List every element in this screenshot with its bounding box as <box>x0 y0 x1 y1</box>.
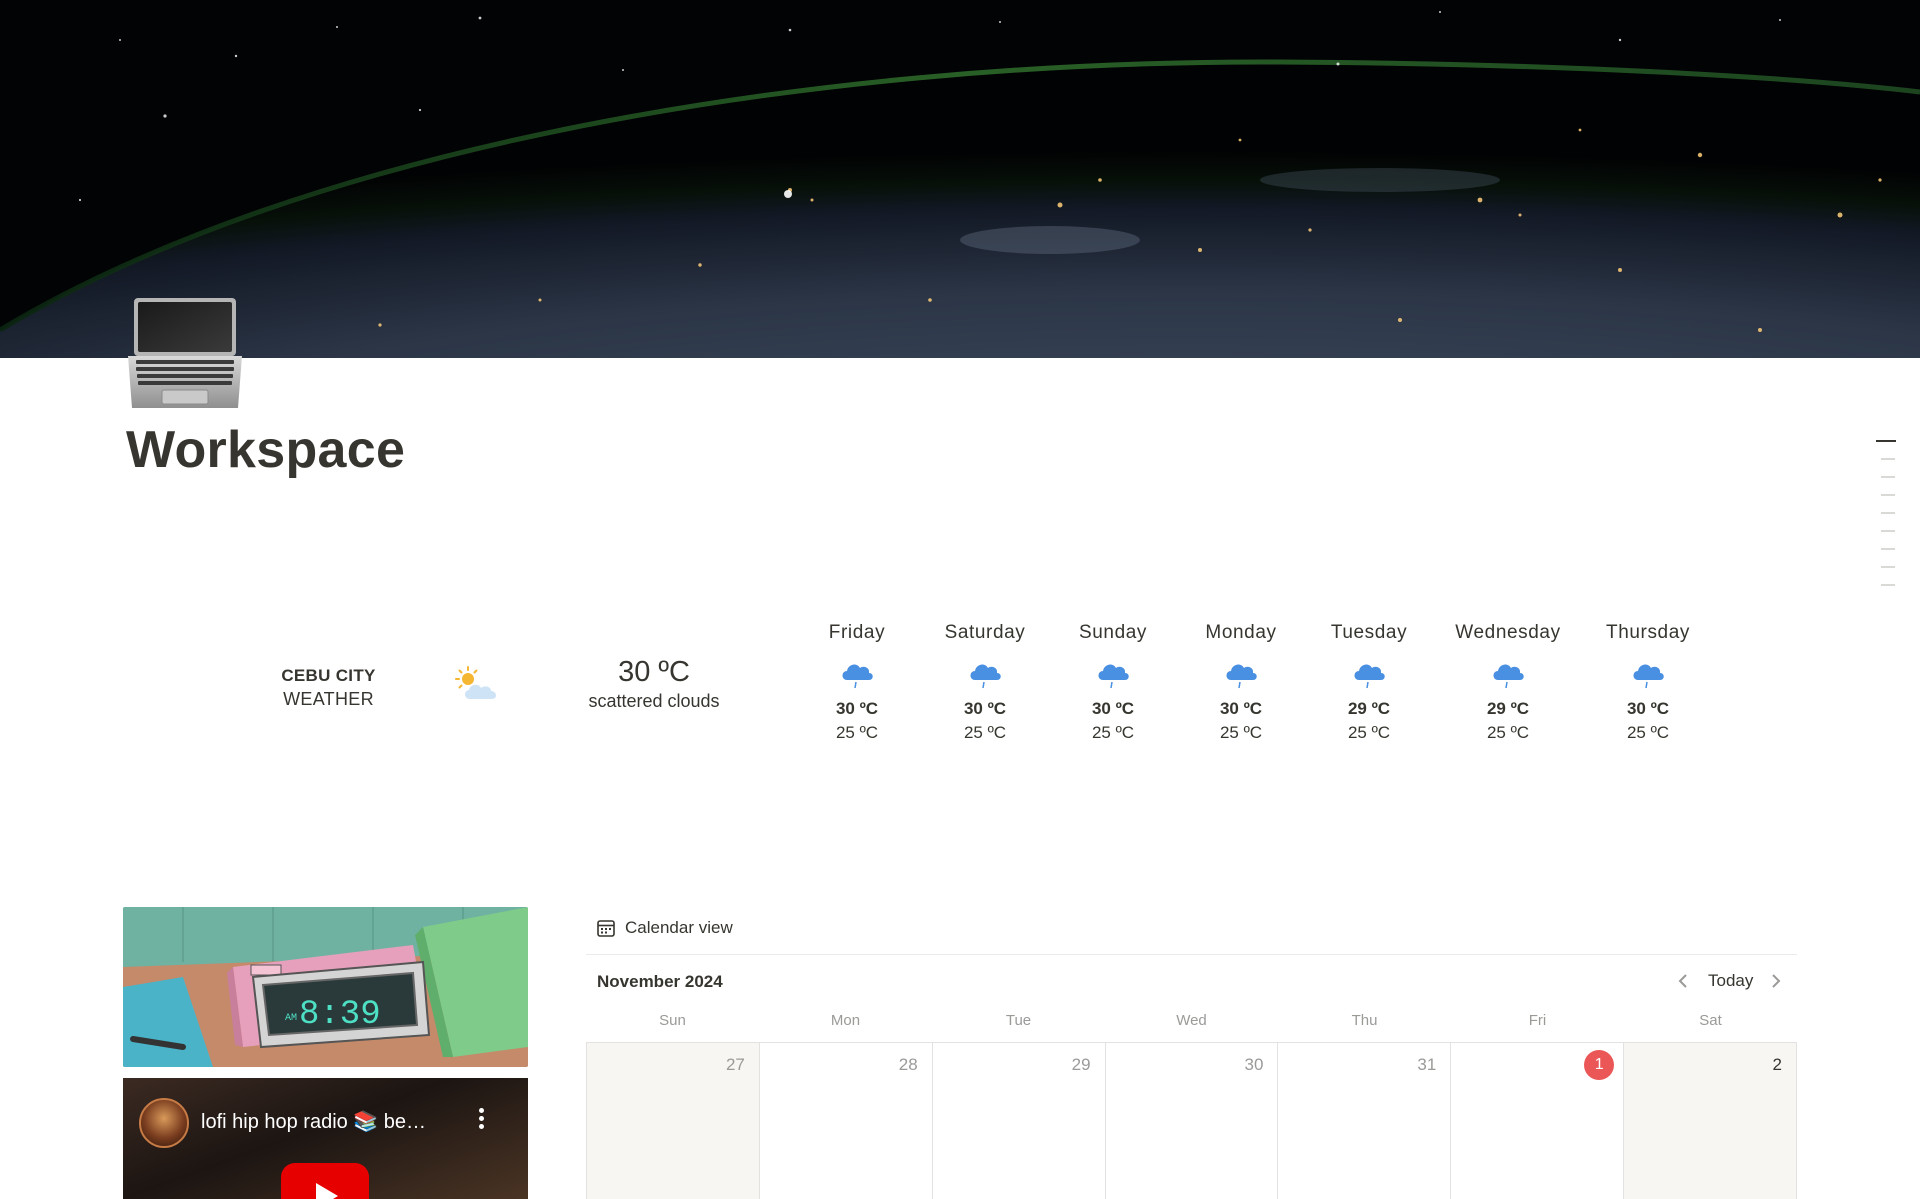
calendar-icon <box>597 920 615 937</box>
partly-cloudy-icon <box>454 665 502 705</box>
weekday-header-row: Sun Mon Tue Wed Thu Fri Sat <box>586 1012 1797 1029</box>
forecast-day-name: Saturday <box>944 622 1026 643</box>
forecast-high: 30 ºC <box>835 699 879 718</box>
table-of-contents-markers[interactable] <box>1876 440 1896 602</box>
page-title[interactable]: Workspace <box>126 420 405 480</box>
forecast-low: 25 ºC <box>1091 723 1135 742</box>
day-number: 27 <box>725 1055 745 1074</box>
forecast-low: 25 ºC <box>1347 723 1391 742</box>
current-conditions: scattered clouds <box>588 691 720 711</box>
current-temperature: 30 ºC <box>618 656 690 688</box>
day-number: 28 <box>898 1055 918 1074</box>
toc-marker[interactable] <box>1881 584 1895 586</box>
weekday-label: Mon <box>830 1012 861 1029</box>
weather-city-name: CEBU CITY <box>281 666 376 685</box>
weekday-label: Sun <box>659 1012 686 1029</box>
divider <box>586 954 1797 955</box>
chevron-right-icon[interactable] <box>1765 970 1787 992</box>
youtube-video-embed[interactable]: lofi hip hop radio 📚 be… <box>123 1078 528 1199</box>
forecast-day: Sunday 30 ºC 25 ºC <box>1043 622 1183 743</box>
laptop-icon[interactable] <box>126 296 244 414</box>
rain-cloud-icon <box>970 664 1001 689</box>
toc-marker[interactable] <box>1881 512 1895 514</box>
channel-avatar[interactable] <box>139 1098 189 1148</box>
forecast-low: 25 ºC <box>1219 723 1263 742</box>
forecast-day-name: Tuesday <box>1330 622 1408 643</box>
forecast-high: 29 ºC <box>1486 699 1530 718</box>
lofi-clock-image[interactable]: AM 8:39 <box>123 907 528 1067</box>
rain-cloud-icon <box>842 664 873 689</box>
forecast-day: Tuesday 29 ºC 25 ºC <box>1299 622 1439 743</box>
clock-time: 8:39 <box>299 996 381 1034</box>
forecast-day: Saturday 30 ºC 25 ºC <box>915 622 1055 743</box>
calendar-view-header[interactable]: Calendar view <box>596 918 733 938</box>
weekday-label: Tue <box>1005 1012 1032 1029</box>
calendar-grid: 27 28 29 30 31 1 2 <box>586 1043 1798 1199</box>
calendar-month: November 2024 <box>597 972 723 991</box>
day-number: 30 <box>1244 1055 1264 1074</box>
rain-cloud-icon <box>1354 664 1385 689</box>
forecast-day-name: Wednesday <box>1455 622 1561 643</box>
forecast-day-name: Friday <box>828 622 886 643</box>
forecast-day: Monday 30 ºC 25 ºC <box>1171 622 1311 743</box>
forecast-high: 30 ºC <box>963 699 1007 718</box>
forecast-day: Wednesday 29 ºC 25 ºC <box>1438 622 1578 743</box>
rain-cloud-icon <box>1633 664 1664 689</box>
calendar-day-cell[interactable]: 27 <box>587 1043 760 1199</box>
forecast-day-name: Thursday <box>1605 622 1690 643</box>
forecast-high: 30 ºC <box>1091 699 1135 718</box>
cover-image <box>0 0 1920 358</box>
day-number: 29 <box>1071 1055 1091 1074</box>
weather-location: CEBU CITY WEATHER <box>236 666 421 710</box>
calendar-day-cell[interactable]: 31 <box>1278 1043 1452 1199</box>
calendar-day-cell-today[interactable]: 1 <box>1451 1043 1625 1199</box>
forecast-high: 29 ºC <box>1347 699 1391 718</box>
forecast-high: 30 ºC <box>1626 699 1670 718</box>
calendar-day-cell[interactable]: 30 <box>1105 1043 1279 1199</box>
forecast-high: 30 ºC <box>1219 699 1263 718</box>
forecast-day-name: Sunday <box>1078 622 1148 643</box>
weather-label: WEATHER <box>283 689 374 709</box>
toc-marker[interactable] <box>1881 494 1895 496</box>
calendar-view-label[interactable]: Calendar view <box>625 918 733 938</box>
rain-cloud-icon <box>1098 664 1129 689</box>
today-button[interactable]: Today <box>1708 971 1753 991</box>
forecast-low: 25 ºC <box>1486 723 1530 742</box>
toc-marker-active[interactable] <box>1876 440 1896 442</box>
video-title[interactable]: lofi hip hop radio 📚 be… <box>201 1109 426 1134</box>
chevron-left-icon[interactable] <box>1672 970 1694 992</box>
day-number: 31 <box>1417 1055 1437 1074</box>
play-button[interactable] <box>281 1163 369 1199</box>
calendar-day-cell[interactable]: 2 <box>1624 1043 1798 1199</box>
toc-marker[interactable] <box>1881 548 1895 550</box>
clock-ampm: AM <box>285 1013 297 1024</box>
day-number: 2 <box>1772 1055 1783 1074</box>
calendar-day-cell[interactable]: 29 <box>932 1043 1106 1199</box>
weekday-label: Wed <box>1176 1012 1207 1029</box>
current-weather: 30 ºC scattered clouds <box>574 656 734 712</box>
rain-cloud-icon <box>1226 664 1257 689</box>
weekday-label: Fri <box>1528 1012 1547 1029</box>
forecast-day: Thursday 30 ºC 25 ºC <box>1578 622 1718 743</box>
forecast-low: 25 ºC <box>835 723 879 742</box>
more-options-icon[interactable] <box>477 1108 485 1132</box>
toc-marker[interactable] <box>1881 530 1895 532</box>
calendar-navigation: Today <box>1672 970 1787 992</box>
toc-marker[interactable] <box>1881 476 1895 478</box>
forecast-day: Friday 30 ºC 25 ºC <box>787 622 927 743</box>
today-badge: 1 <box>1584 1050 1615 1080</box>
forecast-day-name: Monday <box>1205 622 1277 643</box>
weekday-label: Thu <box>1351 1012 1378 1029</box>
rain-cloud-icon <box>1493 664 1524 689</box>
weekday-label: Sat <box>1699 1012 1722 1029</box>
toc-marker[interactable] <box>1881 458 1895 460</box>
forecast-low: 25 ºC <box>1626 723 1670 742</box>
toc-marker[interactable] <box>1881 566 1895 568</box>
forecast-low: 25 ºC <box>963 723 1007 742</box>
calendar-day-cell[interactable]: 28 <box>759 1043 933 1199</box>
